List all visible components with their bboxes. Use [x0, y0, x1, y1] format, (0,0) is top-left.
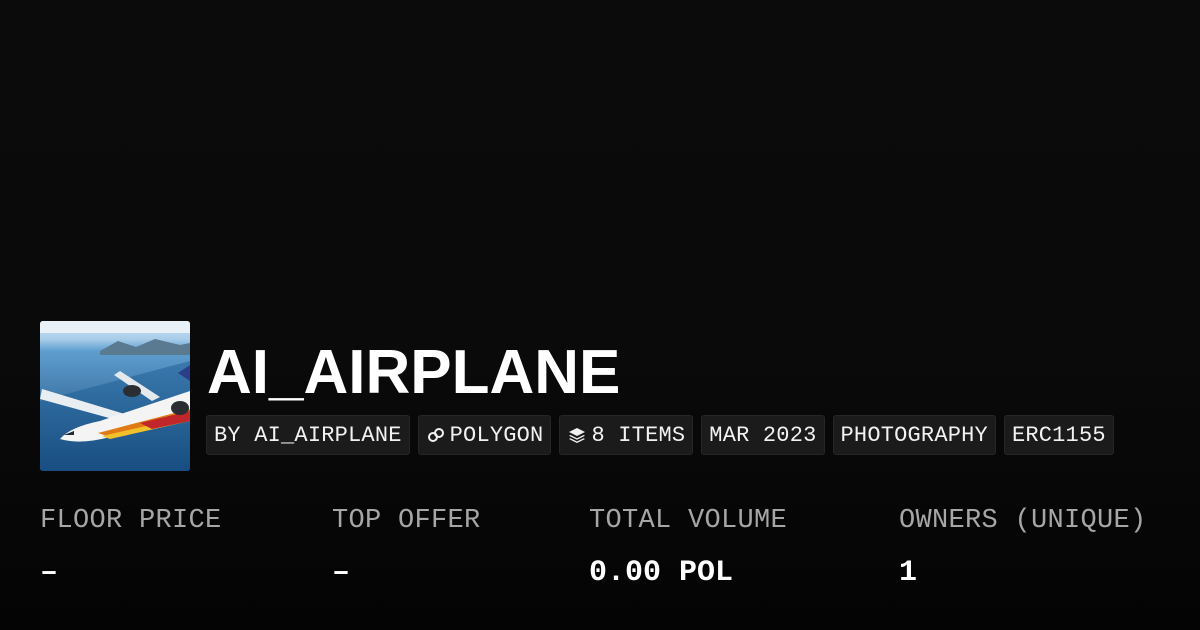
collection-tags: BY AI_AIRPLANE POLYGON 8 ITEMS MAR 2023 … — [206, 415, 1114, 455]
chain-tag-label: POLYGON — [449, 422, 544, 448]
top-offer-value: – — [332, 556, 351, 590]
standard-tag[interactable]: ERC1155 — [1003, 415, 1114, 455]
owners-stat: OWNERS (UNIQUE) 1 — [899, 503, 1147, 593]
category-tag-label: PHOTOGRAPHY — [840, 422, 988, 448]
chain-tag[interactable]: POLYGON — [417, 415, 552, 455]
date-tag-label: MAR 2023 — [709, 422, 817, 448]
date-tag[interactable]: MAR 2023 — [701, 415, 825, 455]
floor-price-value: – — [40, 556, 59, 590]
collection-title: AI_AIRPLANE — [207, 338, 621, 407]
polygon-link-icon — [427, 428, 444, 442]
creator-tag[interactable]: BY AI_AIRPLANE — [206, 415, 410, 455]
layers-icon — [569, 428, 586, 443]
total-volume-stat: TOTAL VOLUME 0.00 POL — [589, 503, 787, 593]
top-offer-label: TOP OFFER — [332, 506, 481, 536]
standard-tag-label: ERC1155 — [1011, 422, 1106, 448]
creator-tag-label: BY AI_AIRPLANE — [214, 422, 402, 448]
owners-label: OWNERS (UNIQUE) — [899, 506, 1147, 536]
floor-price-label: FLOOR PRICE — [40, 506, 222, 536]
airplane-photo-icon — [40, 321, 190, 471]
total-volume-label: TOTAL VOLUME — [589, 506, 788, 536]
owners-value: 1 — [899, 556, 918, 590]
floor-price-stat: FLOOR PRICE – — [40, 503, 222, 593]
items-tag-label: 8 ITEMS — [591, 422, 686, 448]
category-tag[interactable]: PHOTOGRAPHY — [832, 415, 996, 455]
total-volume-value: 0.00 POL — [589, 556, 734, 590]
top-offer-stat: TOP OFFER – — [332, 503, 481, 593]
items-tag[interactable]: 8 ITEMS — [559, 415, 694, 455]
collection-avatar — [40, 321, 190, 471]
